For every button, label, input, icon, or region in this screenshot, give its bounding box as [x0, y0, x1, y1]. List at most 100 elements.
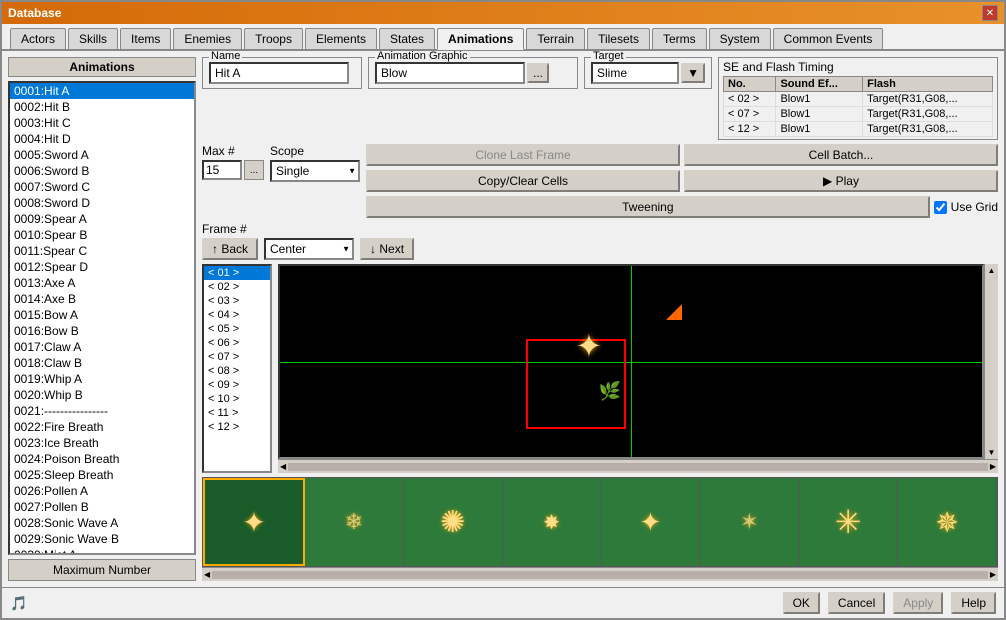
tab-actors[interactable]: Actors — [10, 28, 66, 49]
list-item[interactable]: 0025:Sleep Breath — [10, 467, 194, 483]
target-input[interactable] — [591, 62, 679, 84]
list-item[interactable]: 0006:Sword B — [10, 163, 194, 179]
list-item[interactable]: 0012:Spear D — [10, 259, 194, 275]
list-item[interactable]: 0017:Claw A — [10, 339, 194, 355]
list-item[interactable]: 0030:Mist A — [10, 547, 194, 555]
animation-graphic-input[interactable] — [375, 62, 525, 84]
tab-terms[interactable]: Terms — [652, 28, 707, 49]
tab-skills[interactable]: Skills — [68, 28, 118, 49]
frame-item[interactable]: < 03 > — [204, 294, 270, 308]
list-item[interactable]: 0028:Sonic Wave A — [10, 515, 194, 531]
frame-item[interactable]: < 02 > — [204, 280, 270, 294]
tab-troops[interactable]: Troops — [244, 28, 303, 49]
apply-button[interactable]: Apply — [893, 592, 943, 614]
list-item[interactable]: 0005:Sword A — [10, 147, 194, 163]
sprite-cell-2[interactable]: ❄ — [305, 478, 404, 566]
list-item[interactable]: 0001:Hit A — [10, 83, 194, 99]
animation-canvas[interactable]: ✦ 🌿 — [278, 264, 984, 459]
frame-list[interactable]: < 01 > < 02 > < 03 > < 04 > < 05 > < 06 … — [202, 264, 272, 473]
list-item[interactable]: 0021:---------------- — [10, 403, 194, 419]
list-item[interactable]: 0008:Sword D — [10, 195, 194, 211]
frame-item[interactable]: < 10 > — [204, 392, 270, 406]
sprite-cell-8[interactable]: ✵ — [898, 478, 997, 566]
frame-item[interactable]: < 07 > — [204, 350, 270, 364]
help-button[interactable]: Help — [951, 592, 996, 614]
frame-item[interactable]: < 11 > — [204, 406, 270, 420]
frame-item[interactable]: < 01 > — [204, 266, 270, 280]
frame-item[interactable]: < 05 > — [204, 322, 270, 336]
list-item[interactable]: 0020:Whip B — [10, 387, 194, 403]
list-item[interactable]: 0024:Poison Breath — [10, 451, 194, 467]
sprite-cell-3[interactable]: ✺ — [404, 478, 503, 566]
list-item[interactable]: 0011:Spear C — [10, 243, 194, 259]
tab-terrain[interactable]: Terrain — [526, 28, 585, 49]
canvas-hscroll[interactable]: ◀ ▶ — [278, 459, 998, 473]
tab-items[interactable]: Items — [120, 28, 171, 49]
list-item[interactable]: 0019:Whip A — [10, 371, 194, 387]
tab-system[interactable]: System — [709, 28, 771, 49]
strip-hscroll[interactable]: ◀ ▶ — [202, 567, 998, 581]
frame-item[interactable]: < 04 > — [204, 308, 270, 322]
list-item[interactable]: 0004:Hit D — [10, 131, 194, 147]
sprite-cell-5[interactable]: ✦ — [602, 478, 701, 566]
sprite-cell-1[interactable]: ✦ — [203, 478, 305, 566]
list-item[interactable]: 0018:Claw B — [10, 355, 194, 371]
scope-select[interactable]: Single All Enemies All Allies — [270, 160, 360, 182]
animation-graphic-browse-button[interactable]: ... — [527, 63, 549, 83]
tweening-button[interactable]: Tweening — [366, 196, 930, 218]
tab-tilesets[interactable]: Tilesets — [587, 28, 650, 49]
max-input[interactable] — [202, 160, 242, 180]
list-item[interactable]: 0002:Hit B — [10, 99, 194, 115]
tab-elements[interactable]: Elements — [305, 28, 377, 49]
ok-button[interactable]: OK — [783, 592, 820, 614]
y-position-select[interactable]: Center Top Bottom — [264, 238, 354, 260]
list-item[interactable]: 0003:Hit C — [10, 115, 194, 131]
list-item[interactable]: 0014:Axe B — [10, 291, 194, 307]
list-item[interactable]: 0022:Fire Breath — [10, 419, 194, 435]
close-button[interactable]: ✕ — [982, 5, 998, 21]
animations-list[interactable]: 0001:Hit A 0002:Hit B 0003:Hit C 0004:Hi… — [8, 81, 196, 555]
se-row[interactable]: < 02 > Blow1 Target(R31,G08,... — [724, 92, 993, 107]
cell-batch-button[interactable]: Cell Batch... — [684, 144, 998, 166]
tab-animations[interactable]: Animations — [437, 28, 524, 50]
frame-item[interactable]: < 09 > — [204, 378, 270, 392]
back-button[interactable]: ↑ Back — [202, 238, 258, 260]
sprite-cell-4[interactable]: ✸ — [503, 478, 602, 566]
name-label: Name — [209, 51, 242, 62]
se-flash: Target(R31,G08,... — [863, 107, 993, 122]
se-row[interactable]: < 12 > Blow1 Target(R31,G08,... — [724, 122, 993, 137]
list-item[interactable]: 0027:Pollen B — [10, 499, 194, 515]
target-dropdown-button[interactable]: ▼ — [681, 63, 705, 83]
sprite-cell-7[interactable]: ✳ — [799, 478, 898, 566]
list-item[interactable]: 0010:Spear B — [10, 227, 194, 243]
maximum-number-button[interactable]: Maximum Number — [8, 559, 196, 581]
frame-item[interactable]: < 08 > — [204, 364, 270, 378]
list-item[interactable]: 0015:Bow A — [10, 307, 194, 323]
frame-item[interactable]: < 06 > — [204, 336, 270, 350]
play-button[interactable]: ▶ Play — [684, 170, 998, 192]
list-item[interactable]: 0009:Spear A — [10, 211, 194, 227]
frame-item[interactable]: < 12 > — [204, 420, 270, 434]
list-item[interactable]: 0013:Axe A — [10, 275, 194, 291]
copy-clear-cells-button[interactable]: Copy/Clear Cells — [366, 170, 680, 192]
list-item[interactable]: 0007:Sword C — [10, 179, 194, 195]
list-item[interactable]: 0016:Bow B — [10, 323, 194, 339]
canvas-vscroll[interactable]: ▲ ▼ — [984, 264, 998, 459]
max-browse-button[interactable]: ... — [244, 160, 264, 180]
tab-enemies[interactable]: Enemies — [173, 28, 242, 49]
list-item[interactable]: 0023:Ice Breath — [10, 435, 194, 451]
left-panel: Animations 0001:Hit A 0002:Hit B 0003:Hi… — [8, 57, 196, 581]
sprite-cell-6[interactable]: ✶ — [700, 478, 799, 566]
max-group: Max # ... — [202, 144, 264, 180]
sprite-strip: ✦ ❄ ✺ ✸ ✦ ✶ — [202, 477, 998, 567]
list-item[interactable]: 0026:Pollen A — [10, 483, 194, 499]
clone-last-frame-button[interactable]: Clone Last Frame — [366, 144, 680, 166]
next-button[interactable]: ↓ Next — [360, 238, 414, 260]
use-grid-checkbox[interactable] — [934, 201, 947, 214]
list-item[interactable]: 0029:Sonic Wave B — [10, 531, 194, 547]
name-input[interactable] — [209, 62, 349, 84]
tab-states[interactable]: States — [379, 28, 435, 49]
tab-common-events[interactable]: Common Events — [773, 28, 884, 49]
se-row[interactable]: < 07 > Blow1 Target(R31,G08,... — [724, 107, 993, 122]
cancel-button[interactable]: Cancel — [828, 592, 885, 614]
